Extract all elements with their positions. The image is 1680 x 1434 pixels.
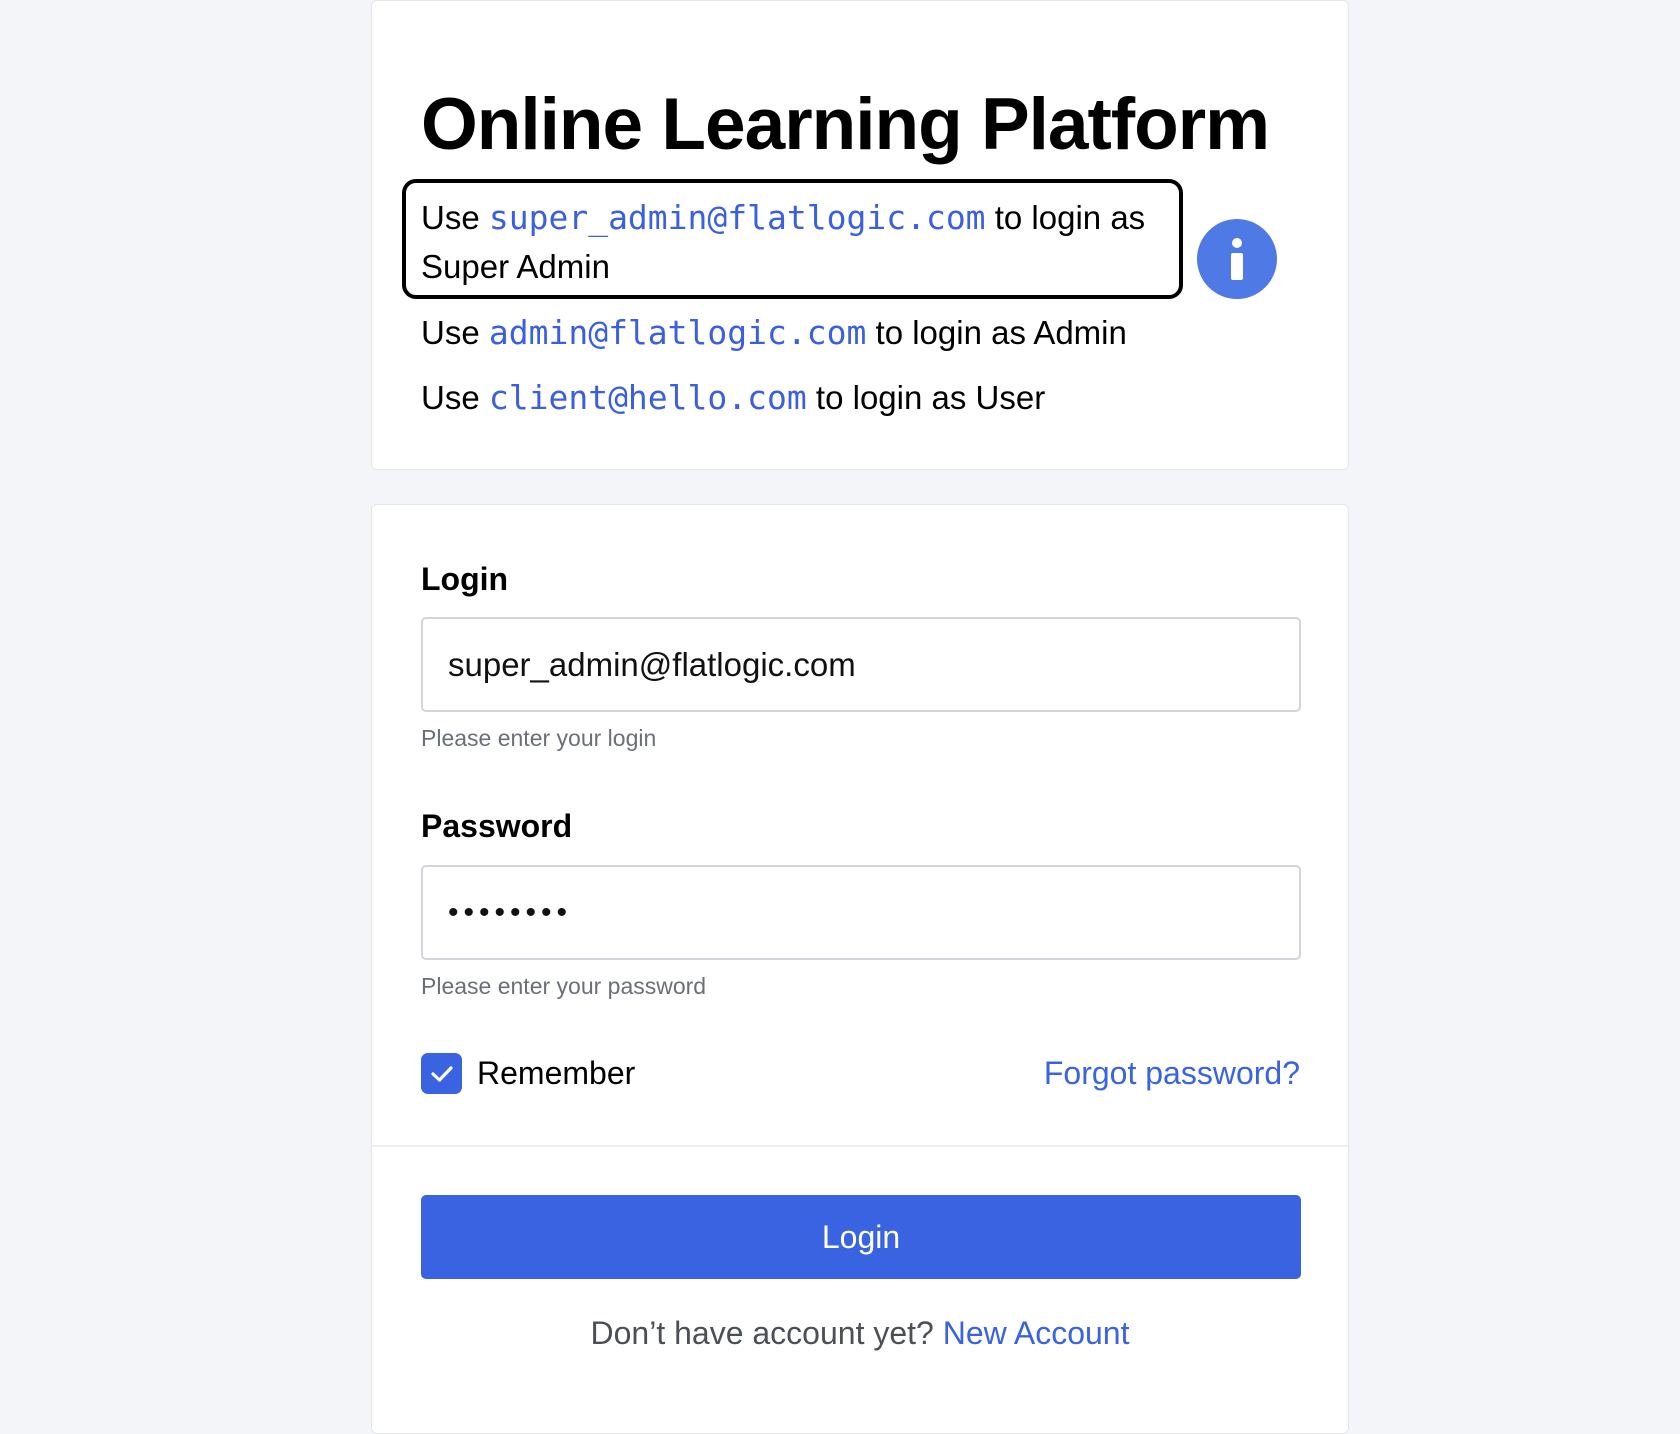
hint-email-link[interactable]: super_admin@flatlogic.com: [489, 198, 986, 237]
signup-row: Don’t have account yet? New Account: [372, 1315, 1348, 1352]
checkmark-icon: [430, 1065, 453, 1082]
login-label: Login: [421, 561, 509, 597]
hint-prefix: Use: [421, 379, 480, 416]
login-input[interactable]: super_admin@flatlogic.com: [421, 617, 1301, 712]
login-button[interactable]: Login: [421, 1195, 1301, 1279]
login-form-card: Login super_admin@flatlogic.com Please e…: [371, 504, 1349, 1434]
new-account-link[interactable]: New Account: [943, 1315, 1130, 1351]
remember-label[interactable]: Remember: [477, 1055, 635, 1092]
divider: [372, 1145, 1348, 1147]
hint-suffix: to login as User: [815, 379, 1046, 416]
page-title: Online Learning Platform: [421, 84, 1270, 165]
remember-checkbox[interactable]: [421, 1053, 462, 1094]
demo-accounts-card: Online Learning Platform Use super_admin…: [371, 0, 1349, 470]
hint-super-admin: Use super_admin@flatlogic.com to login a…: [402, 179, 1183, 299]
forgot-password-link[interactable]: Forgot password?: [1044, 1055, 1300, 1092]
hint-email-link[interactable]: admin@flatlogic.com: [489, 313, 867, 352]
hint-email-link[interactable]: client@hello.com: [489, 378, 807, 417]
hint-suffix: to login as Admin: [875, 314, 1127, 351]
hint-prefix: Use: [421, 199, 480, 236]
hint-prefix: Use: [421, 314, 480, 351]
signup-prompt: Don’t have account yet?: [590, 1315, 934, 1351]
password-label: Password: [421, 808, 573, 844]
password-help-text: Please enter your password: [421, 973, 707, 999]
password-input[interactable]: ••••••••: [421, 865, 1301, 960]
hint-user: Use client@hello.com to login as User: [421, 373, 1045, 422]
hint-admin: Use admin@flatlogic.com to login as Admi…: [421, 308, 1127, 357]
login-help-text: Please enter your login: [421, 725, 657, 751]
info-icon[interactable]: [1197, 219, 1277, 299]
